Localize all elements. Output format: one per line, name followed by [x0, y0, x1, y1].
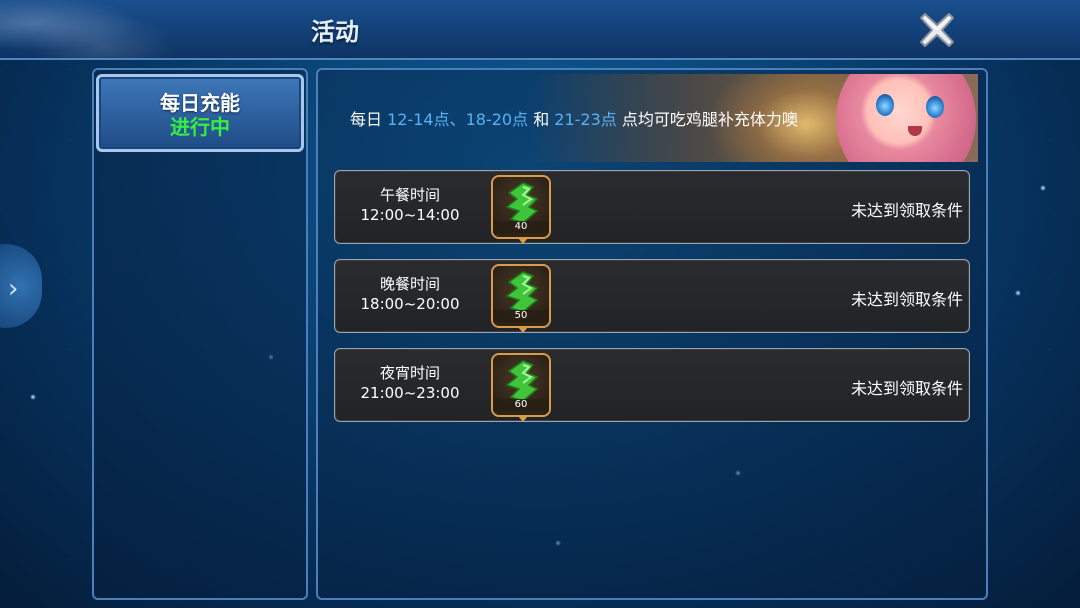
claim-status: 未达到领取条件 [850, 379, 963, 398]
meal-time-range: 18:00~20:00 [360, 295, 460, 313]
close-x-icon [920, 13, 954, 47]
banner-time-range: 18-20点 [465, 110, 529, 129]
banner-text-and: 和 [528, 110, 555, 129]
chevron-right-icon: › [8, 274, 19, 304]
side-panel-toggle[interactable]: › [0, 244, 42, 328]
activity-tab-name: 每日充能 [160, 91, 240, 115]
meal-time-range: 12:00~14:00 [360, 206, 460, 224]
reward-slot-notch [518, 238, 528, 244]
banner-separator: 、 [449, 110, 466, 129]
claim-status: 未达到领取条件 [850, 201, 963, 220]
reward-item-slot[interactable]: 60 [491, 353, 551, 422]
reward-row: 晚餐时间 18:00~20:00 50 未达到领取条件 [334, 259, 970, 333]
meal-time-range: 21:00~23:00 [360, 384, 460, 402]
banner-description: 每日 12-14点、18-20点 和 21-23点 点均可吃鸡腿补充体力噢 [350, 106, 798, 130]
reward-row: 夜宵时间 21:00~23:00 60 未达到领取条件 [334, 348, 970, 422]
reward-quantity: 50 [493, 310, 549, 322]
reward-item-slot[interactable]: 50 [491, 264, 551, 333]
background-sparkle [1015, 290, 1021, 296]
reward-item-slot[interactable]: 40 [491, 175, 551, 244]
claim-status: 未达到领取条件 [850, 290, 963, 309]
page-title: 活动 [311, 18, 359, 46]
meal-name: 午餐时间 [379, 186, 440, 204]
meal-time-label: 晚餐时间 18:00~20:00 [355, 274, 465, 314]
banner-text-suffix: 点均可吃鸡腿补充体力噢 [616, 110, 798, 129]
meal-time-label: 夜宵时间 21:00~23:00 [355, 363, 465, 403]
top-bar: 活动 [0, 0, 1080, 60]
reward-quantity: 60 [493, 399, 549, 411]
reward-slot-notch [518, 416, 528, 422]
meal-name: 晚餐时间 [379, 275, 440, 293]
close-button[interactable] [915, 8, 959, 52]
banner-text-prefix: 每日 [350, 110, 388, 129]
character-eye [876, 94, 894, 116]
activity-tab-status: 进行中 [170, 115, 230, 139]
banner-time-range: 12-14点 [387, 110, 450, 129]
reward-quantity: 40 [493, 221, 549, 233]
meal-name: 夜宵时间 [379, 364, 440, 382]
background-sparkle [1040, 185, 1046, 191]
meal-time-label: 午餐时间 12:00~14:00 [355, 185, 465, 225]
reward-row: 午餐时间 12:00~14:00 40 未达到领取条件 [334, 170, 970, 244]
banner-character-image [836, 74, 976, 162]
background-sparkle [30, 394, 36, 400]
banner-time-range: 21-23点 [554, 110, 617, 129]
activity-tab-daily-energy[interactable]: 每日充能 进行中 [96, 74, 304, 152]
decorative-ornament [0, 0, 170, 58]
reward-slot-notch [518, 327, 528, 333]
character-eye [926, 96, 944, 118]
